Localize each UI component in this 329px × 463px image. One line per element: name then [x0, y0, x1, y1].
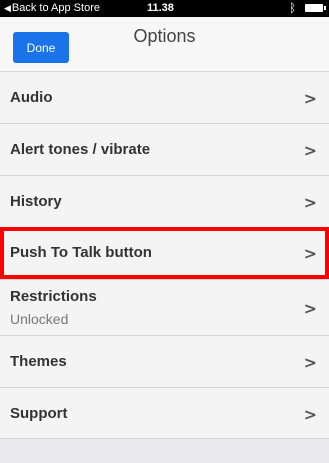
option-row-alert-tones[interactable]: Alert tones / vibrate > [0, 123, 329, 175]
status-time: 11.38 [147, 2, 174, 14]
option-row-push-to-talk[interactable]: Push To Talk button > [0, 227, 329, 279]
chevron-right-icon: > [303, 141, 317, 160]
option-row-audio[interactable]: Audio > [0, 71, 329, 123]
page-title: Options [133, 26, 196, 46]
options-screen: ◀Back to App Store 11.38 ᛒ Done Options … [0, 0, 329, 463]
option-label: Restrictions [10, 288, 97, 305]
option-row-themes[interactable]: Themes > [0, 335, 329, 387]
chevron-right-icon: > [303, 89, 317, 108]
option-label: Themes [10, 353, 67, 370]
chevron-right-icon: > [303, 405, 317, 424]
option-label: Support [10, 405, 68, 422]
option-row-support[interactable]: Support > [0, 387, 329, 439]
option-label: Push To Talk button [10, 244, 152, 261]
bluetooth-icon: ᛒ [289, 1, 297, 15]
nav-bar: Done Options [0, 17, 329, 71]
option-label: History [10, 193, 62, 210]
battery-icon [305, 4, 326, 12]
chevron-right-icon: > [303, 244, 317, 263]
status-bar: ◀Back to App Store 11.38 ᛒ [0, 0, 329, 17]
option-label: Alert tones / vibrate [10, 141, 151, 158]
back-to-app-store-link[interactable]: ◀Back to App Store [4, 2, 100, 14]
chevron-right-icon: > [303, 193, 317, 212]
list-footer [0, 438, 329, 463]
option-row-restrictions[interactable]: Restrictions Unlocked > [0, 279, 329, 335]
option-row-history[interactable]: History > [0, 175, 329, 227]
chevron-right-icon: > [303, 299, 317, 318]
option-sublabel: Unlocked [10, 311, 69, 327]
chevron-right-icon: > [303, 353, 317, 372]
options-list: Audio > Alert tones / vibrate > History … [0, 71, 329, 439]
option-label: Audio [10, 89, 53, 106]
back-triangle-icon: ◀ [4, 3, 11, 13]
back-label: Back to App Store [11, 2, 100, 14]
